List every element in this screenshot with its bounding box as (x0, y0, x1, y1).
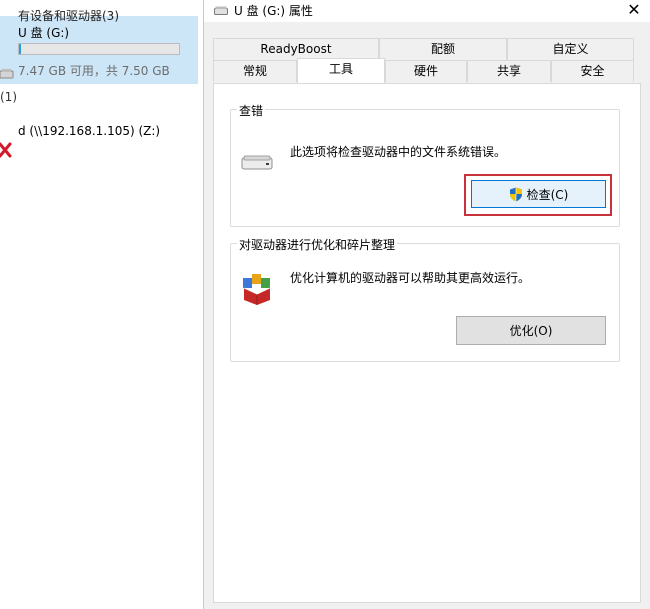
hard-drive-icon (241, 155, 273, 170)
optimize-button-label: 优化(O) (509, 324, 553, 338)
tab-customize[interactable]: 自定义 (507, 38, 634, 60)
close-button[interactable]: ✕ (622, 0, 646, 20)
tab-readyboost[interactable]: ReadyBoost (213, 38, 379, 60)
capacity-bar-fill (19, 44, 21, 54)
optimize-group: 对驱动器进行优化和碎片整理 优化计算机的驱动器可以帮助其更高效运行。 优化(O) (230, 236, 620, 362)
dialog-title: U 盘 (G:) 属性 (234, 4, 313, 18)
tab-security[interactable]: 安全 (551, 60, 634, 82)
tab-tools[interactable]: 工具 (297, 58, 385, 83)
properties-dialog: U 盘 (G:) 属性 ✕ ReadyBoost 配额 自定义 常规 工具 硬件… (203, 0, 650, 609)
usb-drive-icon (0, 69, 14, 79)
explorer-pane: 有设备和驱动器(3) U 盘 (G:) 7.47 GB 可用，共 7.50 GB… (0, 0, 205, 609)
disconnected-icon (0, 142, 12, 158)
error-check-description: 此选项将检查驱动器中的文件系统错误。 (290, 145, 507, 159)
defrag-icon (243, 274, 271, 305)
tools-tab-panel: 查错 此选项将检查驱动器中的文件系统错误。 检查(C) 对驱动器进行优化和碎片整 (213, 83, 641, 603)
uac-shield-icon (509, 187, 522, 201)
optimize-description: 优化计算机的驱动器可以帮助其更高效运行。 (290, 271, 531, 285)
error-check-group: 查错 此选项将检查驱动器中的文件系统错误。 检查(C) (230, 102, 620, 227)
tab-hardware[interactable]: 硬件 (385, 60, 467, 82)
drive-name: U 盘 (G:) (18, 26, 70, 40)
error-check-legend: 查错 (237, 102, 266, 119)
capacity-bar (18, 43, 180, 55)
tab-general[interactable]: 常规 (213, 60, 297, 82)
drive-size-text: 7.47 GB 可用，共 7.50 GB (18, 64, 170, 78)
network-group-count: (1) (0, 90, 17, 104)
drive-item-usb[interactable]: 有设备和驱动器(3) U 盘 (G:) 7.47 GB 可用，共 7.50 GB (0, 9, 198, 84)
optimize-button[interactable]: 优化(O) (456, 316, 606, 345)
devices-group-title: 有设备和驱动器(3) (18, 9, 119, 23)
title-bar[interactable]: U 盘 (G:) 属性 ✕ (204, 0, 650, 22)
tab-quota[interactable]: 配额 (379, 38, 507, 60)
network-drive-name[interactable]: d (\\192.168.1.105) (Z:) (18, 124, 160, 138)
usb-drive-icon (214, 6, 228, 15)
tab-sharing[interactable]: 共享 (467, 60, 551, 82)
check-button[interactable]: 检查(C) (471, 180, 606, 208)
optimize-legend: 对驱动器进行优化和碎片整理 (237, 236, 398, 253)
check-button-label: 检查(C) (526, 187, 569, 202)
